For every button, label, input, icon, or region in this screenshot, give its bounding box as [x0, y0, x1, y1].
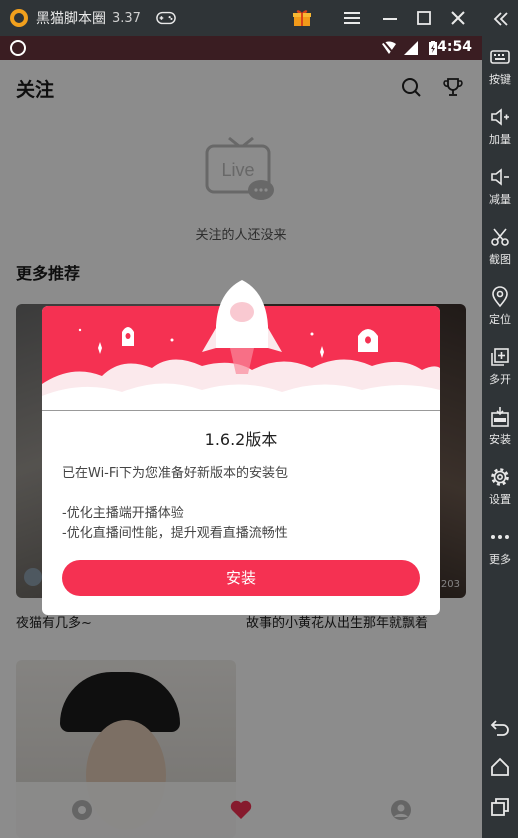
apk-install-icon [491, 407, 509, 427]
sidebar-item-label: 减量 [489, 193, 511, 206]
window-version: 3.37 [112, 10, 141, 26]
volume-up-icon [491, 108, 509, 126]
rocket-icon [202, 280, 282, 374]
minimize-icon[interactable] [380, 8, 400, 28]
sidebar-item-settings[interactable]: 设置 [482, 466, 518, 507]
update-description: 已在Wi-Fi下为您准备好新版本的安装包 [62, 466, 289, 481]
maximize-icon[interactable] [414, 8, 434, 28]
sidebar-item-location[interactable]: 定位 [482, 286, 518, 327]
sidebar-item-label: 设置 [489, 493, 511, 506]
sidebar-item-install[interactable]: 安装 [482, 406, 518, 447]
emulator-side-toolbar: 按键 加量 减量 截图 定位 多开 安装 设置 更多 [482, 0, 518, 838]
sidebar-item-screenshot[interactable]: 截图 [482, 226, 518, 267]
update-notes: -优化主播端开播体验 -优化直播间性能，提升观看直播流畅性 [62, 504, 288, 544]
sidebar-item-label: 定位 [489, 313, 511, 326]
signal-icon [404, 41, 418, 55]
volume-down-icon [491, 168, 509, 186]
install-button[interactable]: 安装 [62, 560, 420, 596]
gift-icon[interactable] [292, 8, 312, 28]
sidebar-item-keys[interactable]: 按键 [482, 46, 518, 87]
home-icon[interactable] [482, 756, 518, 781]
update-version-title: 1.6.2版本 [204, 430, 278, 449]
multi-open-icon [491, 348, 509, 366]
collapse-toolbar-icon[interactable] [482, 8, 518, 33]
sidebar-item-label: 加量 [489, 133, 511, 146]
location-pin-icon [492, 286, 508, 308]
status-time: 4:54 [437, 39, 472, 55]
menu-icon[interactable] [342, 8, 362, 28]
sidebar-item-volume-up[interactable]: 加量 [482, 106, 518, 147]
recent-apps-icon[interactable] [482, 796, 518, 821]
window-title: 黑猫脚本圈 [36, 11, 106, 27]
back-icon[interactable] [482, 716, 518, 741]
scissors-icon [491, 228, 509, 246]
sidebar-item-more[interactable]: 更多 [482, 526, 518, 567]
gamepad-icon[interactable] [156, 8, 176, 28]
sidebar-item-label: 更多 [489, 553, 511, 566]
keyboard-icon [490, 50, 510, 64]
sidebar-item-label: 安装 [489, 433, 511, 446]
sync-icon [10, 40, 26, 56]
update-note: -优化直播间性能，提升观看直播流畅性 [62, 526, 288, 541]
app-logo-icon [10, 9, 28, 27]
close-icon[interactable] [448, 8, 468, 28]
sidebar-item-label: 多开 [489, 373, 511, 386]
sidebar-item-volume-down[interactable]: 减量 [482, 166, 518, 207]
more-dots-icon [491, 535, 509, 539]
sidebar-item-label: 按键 [489, 73, 511, 86]
emulator-title-bar: 黑猫脚本圈 3.37 [0, 0, 518, 36]
gear-icon [491, 468, 509, 486]
update-note: -优化主播端开播体验 [62, 506, 184, 521]
sidebar-item-label: 截图 [489, 253, 511, 266]
android-status-bar: 4:54 [0, 36, 482, 60]
dialog-divider [42, 410, 440, 411]
sidebar-item-multi-open[interactable]: 多开 [482, 346, 518, 387]
wifi-off-icon [382, 41, 396, 55]
